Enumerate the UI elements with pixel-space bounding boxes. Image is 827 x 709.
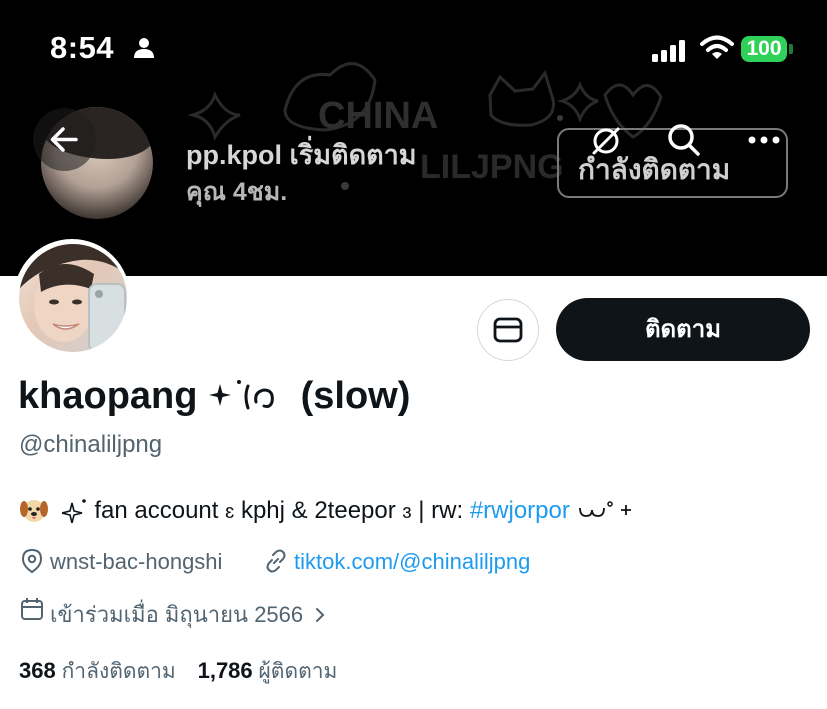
- followers-count: 1,786: [197, 658, 253, 683]
- sparkle-icon: [61, 499, 86, 524]
- notification-target: คุณ: [186, 178, 226, 206]
- notification-text: pp.kpol เริ่มติดตาม: [186, 133, 417, 176]
- swirl-decoration-icon: [578, 501, 631, 517]
- location-pin-icon: [21, 548, 43, 574]
- wifi-icon: [700, 35, 734, 59]
- follow-button[interactable]: ติดตาม: [556, 298, 810, 361]
- message-button[interactable]: [477, 299, 539, 361]
- profile-joined[interactable]: เข้าร่วมเมื่อ มิถุนายน 2566: [50, 597, 327, 632]
- bio-mid: kphj & 2teepor: [240, 497, 396, 524]
- display-name-suffix: (slow): [300, 375, 411, 417]
- following-stat[interactable]: 368 กำลังติดตาม: [19, 658, 182, 683]
- followers-label: ผู้ติดตาม: [258, 660, 338, 683]
- following-label: กำลังติดตาม: [61, 660, 176, 683]
- profile-stats: 368 กำลังติดตาม 1,786 ผู้ติดตาม: [19, 655, 337, 688]
- profile-bio: fan account ɛ kphj & 2teepor ɜ | rw: #rw…: [19, 496, 635, 525]
- banner-watermark-2: LILJPNG: [420, 148, 564, 186]
- profile-avatar[interactable]: [19, 244, 127, 352]
- banner-watermark: CHINA: [318, 95, 438, 137]
- profile-location: wnst-bac-hongshi: [50, 549, 223, 574]
- envelope-icon: [493, 317, 523, 343]
- following-count: 368: [19, 658, 56, 683]
- notification-username: pp.kpol: [186, 140, 282, 170]
- cellular-signal-icon: [652, 40, 685, 62]
- bio-bracket-close: ɜ: [402, 501, 412, 523]
- bio-hashtag-link[interactable]: #rwjorpor: [470, 497, 570, 524]
- sparkle-moon-decoration-icon: [209, 380, 274, 410]
- search-icon[interactable]: [667, 123, 701, 157]
- battery-nub: [789, 44, 793, 54]
- joined-text: เข้าร่วมเมื่อ มิถุนายน 2566: [50, 602, 304, 627]
- person-icon: [134, 38, 154, 58]
- display-name-text: khaopang: [18, 375, 198, 417]
- battery-indicator: 100: [741, 36, 787, 62]
- chevron-right-icon: [316, 608, 325, 622]
- profile-website-link[interactable]: tiktok.com/@chinaliljpng: [294, 549, 530, 575]
- notification-age: 4ชม.: [232, 178, 288, 206]
- avatar-photo: [19, 244, 127, 352]
- display-name: khaopang (slow): [18, 375, 410, 418]
- followers-stat[interactable]: 1,786 ผู้ติดตาม: [197, 658, 338, 683]
- bio-rw: | rw:: [418, 497, 464, 524]
- grok-icon[interactable]: [590, 125, 622, 157]
- bio-text: fan account: [94, 497, 219, 524]
- status-bar: 8:54 100: [0, 0, 827, 100]
- notification-subtext: คุณ 4ชม.: [186, 172, 287, 212]
- profile-handle: @chinaliljpng: [19, 431, 163, 458]
- bio-bracket-open: ɛ: [225, 501, 235, 523]
- dog-face-icon: [20, 500, 48, 522]
- back-button[interactable]: [33, 108, 96, 171]
- status-time: 8:54: [50, 30, 115, 65]
- link-icon: [266, 549, 286, 573]
- website-link-text[interactable]: tiktok.com/@chinaliljpng: [294, 549, 530, 574]
- notification-action: เริ่มติดตาม: [289, 140, 417, 170]
- more-options-icon[interactable]: [748, 134, 780, 146]
- calendar-icon: [21, 598, 43, 620]
- arrow-left-icon: [50, 127, 78, 152]
